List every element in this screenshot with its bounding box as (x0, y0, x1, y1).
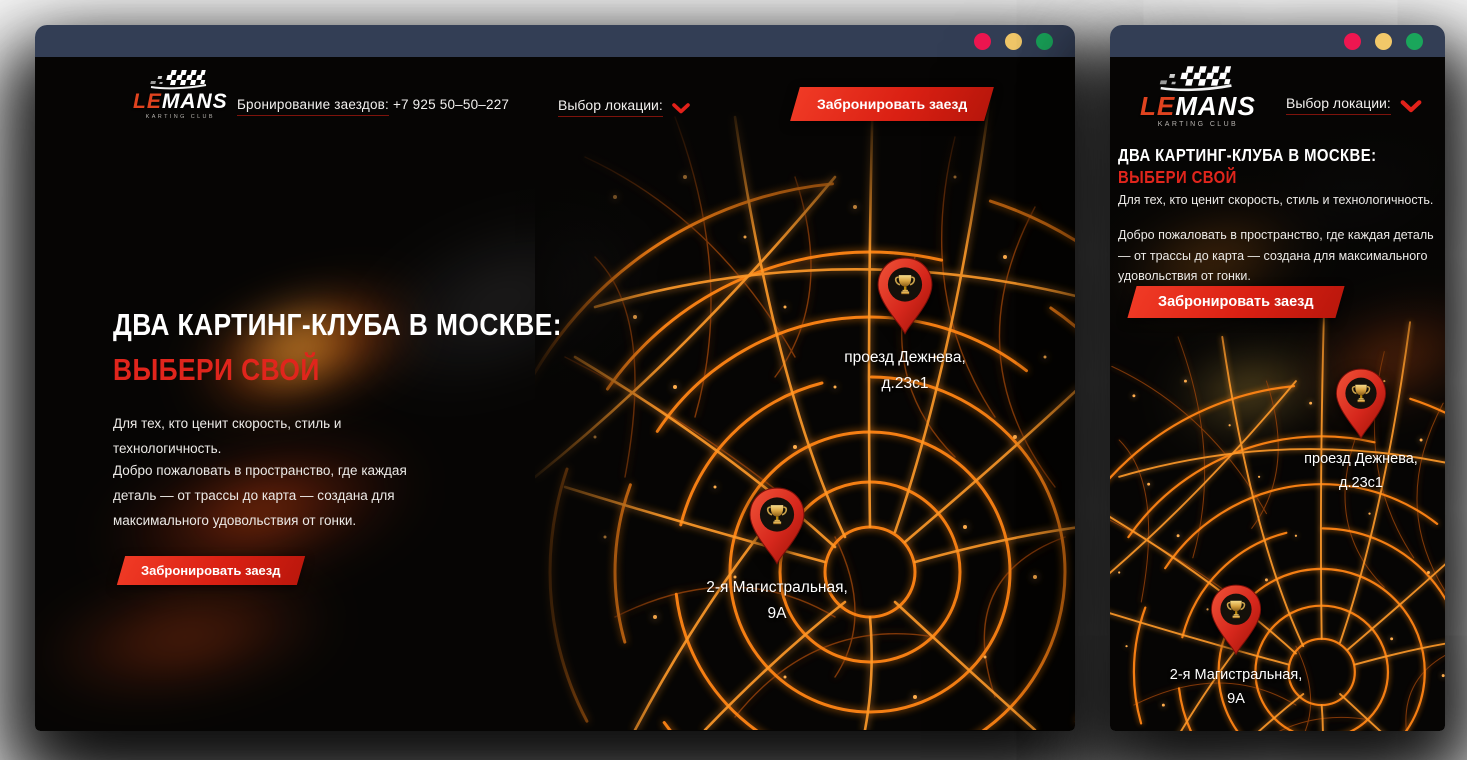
book-ride-button-hero[interactable]: Забронировать заезд (117, 556, 305, 585)
pin-address-label: 2-я Магистральная,9А (662, 575, 892, 626)
hero-title-line2: ВЫБЕРИ СВОЙ (1118, 167, 1237, 188)
checkered-flag-icon (1157, 65, 1239, 92)
pin-address-label: 2-я Магистральная,9А (1121, 664, 1351, 712)
chevron-down-icon (672, 103, 690, 114)
hero-paragraph-2: Добро пожаловать в пространство, где каж… (113, 459, 435, 534)
location-pin-icon (1210, 584, 1263, 662)
pin-address-label: проезд Дежнева,д.23с1 (790, 345, 1020, 396)
location-pin-icon (748, 487, 806, 572)
phone-number-link[interactable]: +7 925 50–50–227 (393, 97, 509, 112)
lemans-logo[interactable]: LEMANS KARTING CLUB (1140, 65, 1256, 128)
location-label: Выбор локации: (558, 97, 663, 117)
hero-title-line1: ДВА КАРТИНГ-КЛУБА В МОСКВЕ: (1118, 145, 1376, 166)
location-selector[interactable]: Выбор локации: (558, 97, 690, 117)
location-pin-icon (876, 257, 934, 342)
window-control-yellow[interactable] (1375, 33, 1392, 50)
location-selector[interactable]: Выбор локации: (1286, 95, 1422, 115)
window-titlebar (1110, 25, 1445, 57)
fire-streak-art (1139, 331, 1360, 448)
booking-phone-line: Бронирование заездов: +7 925 50–50–227 (237, 97, 509, 112)
logo-subtitle: KARTING CLUB (1158, 121, 1238, 128)
window-control-red[interactable] (974, 33, 991, 50)
book-ride-button-hero[interactable]: Забронировать заезд (1127, 286, 1344, 318)
browser-window-mobile: LEMANS KARTING CLUB Выбор локации: ДВА К… (1110, 25, 1445, 731)
window-control-green[interactable] (1036, 33, 1053, 50)
location-pin-icon (1335, 368, 1388, 446)
pin-address-label: проезд Дежнева,д.23с1 (1246, 448, 1445, 496)
book-ride-button-header[interactable]: Забронировать заезд (790, 87, 994, 121)
window-control-red[interactable] (1344, 33, 1361, 50)
logo-wordmark: LEMANS (1140, 93, 1256, 119)
window-control-green[interactable] (1406, 33, 1423, 50)
window-titlebar (35, 25, 1075, 57)
logo-subtitle: KARTING CLUB (146, 114, 215, 120)
logo-wordmark: LEMANS (133, 91, 228, 112)
hero-title-line1: ДВА КАРТИНГ-КЛУБА В МОСКВЕ: (113, 307, 562, 343)
checkered-flag-icon (148, 69, 212, 90)
booking-label: Бронирование заездов: (237, 97, 389, 116)
window-control-yellow[interactable] (1005, 33, 1022, 50)
hero-title-line2: ВЫБЕРИ СВОЙ (113, 352, 320, 388)
browser-window-desktop: LEMANS KARTING CLUB Бронирование заездов… (35, 25, 1075, 731)
hero-paragraph-2: Добро пожаловать в пространство, где каж… (1118, 225, 1444, 287)
location-label: Выбор локации: (1286, 95, 1391, 115)
landing-page-mobile: LEMANS KARTING CLUB Выбор локации: ДВА К… (1110, 57, 1445, 731)
lemans-logo[interactable]: LEMANS KARTING CLUB (133, 69, 228, 120)
landing-page-desktop: LEMANS KARTING CLUB Бронирование заездов… (35, 57, 1075, 731)
hero-paragraph-1: Для тех, кто ценит скорость, стиль и тех… (1118, 190, 1440, 211)
chevron-down-icon (1400, 100, 1422, 113)
hero-paragraph-1: Для тех, кто ценит скорость, стиль и тех… (113, 412, 431, 462)
